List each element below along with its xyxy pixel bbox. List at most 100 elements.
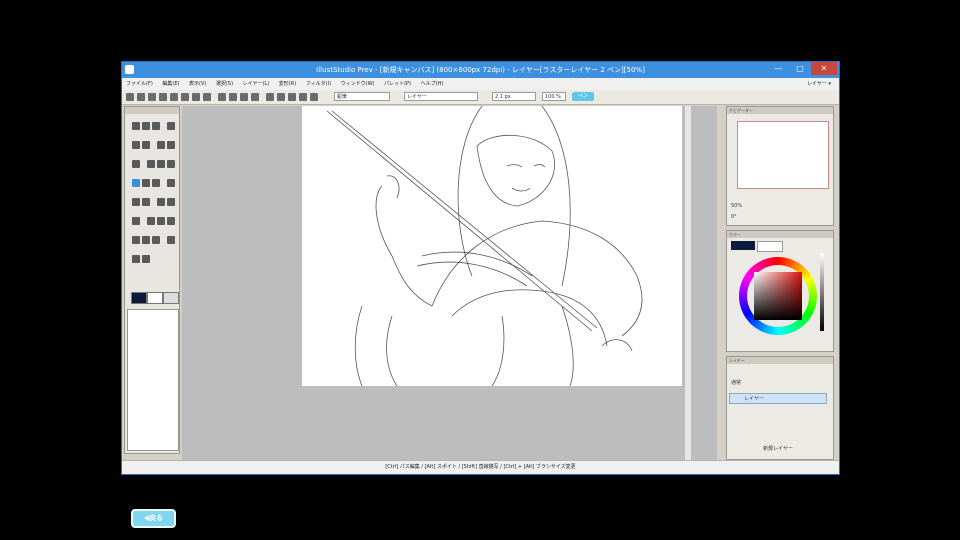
main-color-swatch[interactable] bbox=[131, 292, 147, 304]
maximize-button[interactable]: □ bbox=[789, 62, 811, 75]
workspace-dropdown[interactable]: レイヤー ▾ bbox=[803, 78, 835, 90]
color-title: カラー bbox=[727, 231, 833, 238]
transform-icon[interactable] bbox=[218, 93, 226, 101]
flip-icon[interactable] bbox=[266, 93, 274, 101]
wand-tool-icon[interactable] bbox=[142, 141, 150, 149]
marker-tool-icon[interactable] bbox=[152, 179, 160, 187]
zoom-out-icon[interactable] bbox=[240, 93, 248, 101]
lasso-tool-icon[interactable] bbox=[167, 122, 176, 130]
pen-mode-badge[interactable]: ペン bbox=[572, 92, 594, 101]
tool-options-bar: 鉛筆 レイヤー 2.1 px 100 % ペン bbox=[122, 90, 839, 105]
canvas-area[interactable] bbox=[182, 106, 717, 462]
new-file-icon[interactable] bbox=[126, 93, 134, 101]
brightness-slider[interactable] bbox=[820, 253, 824, 331]
rect-tool-icon[interactable] bbox=[147, 160, 156, 168]
menu-edit[interactable]: 編集(E) bbox=[158, 78, 183, 90]
tone-tool-icon[interactable] bbox=[167, 217, 176, 225]
dropper-tool-icon[interactable] bbox=[157, 217, 166, 225]
opacity-field[interactable]: 100 % bbox=[542, 92, 566, 101]
brush-icon[interactable] bbox=[299, 93, 307, 101]
close-button[interactable]: ✕ bbox=[811, 62, 837, 75]
select-tool-icon[interactable] bbox=[132, 141, 140, 149]
ruler-icon[interactable] bbox=[277, 93, 285, 101]
eraser-icon[interactable] bbox=[310, 93, 318, 101]
menu-help[interactable]: ヘルプ(H) bbox=[417, 78, 448, 90]
open-icon[interactable] bbox=[137, 93, 145, 101]
pencil-tool-icon[interactable] bbox=[132, 179, 140, 187]
status-bar: [Ctrl] パス編集 / [Alt] スポイト / [Shift] 直線描写 … bbox=[122, 460, 839, 474]
fill-tool-icon[interactable] bbox=[132, 217, 140, 225]
window-title: IllustStudio Prev - [新規キャンバス] (800×600px… bbox=[316, 66, 645, 74]
menu-view[interactable]: 表示(V) bbox=[185, 78, 210, 90]
menu-transform[interactable]: 変形(R) bbox=[275, 78, 300, 90]
tool-grid bbox=[131, 117, 177, 269]
text-tool-icon[interactable] bbox=[167, 160, 176, 168]
gradient-tool-icon[interactable] bbox=[147, 217, 156, 225]
tool-settings-panel bbox=[127, 309, 179, 451]
eraser-tool-icon[interactable] bbox=[157, 198, 166, 206]
paste-icon[interactable] bbox=[203, 93, 211, 101]
copy-icon[interactable] bbox=[192, 93, 200, 101]
drawing-canvas[interactable] bbox=[302, 106, 682, 386]
layer-row[interactable]: レイヤー bbox=[729, 393, 827, 404]
transparent-swatch[interactable] bbox=[163, 292, 179, 304]
cut-icon[interactable] bbox=[181, 93, 189, 101]
pen-icon[interactable] bbox=[288, 93, 296, 101]
watercolor-tool-icon[interactable] bbox=[142, 198, 150, 206]
save-icon[interactable] bbox=[148, 93, 156, 101]
navigator-zoom-value[interactable]: 50% bbox=[731, 203, 742, 209]
frame-tool-icon[interactable] bbox=[142, 236, 150, 244]
line-tool-icon[interactable] bbox=[157, 141, 166, 149]
menu-file[interactable]: ファイル(F) bbox=[122, 78, 157, 90]
redo-icon[interactable] bbox=[170, 93, 178, 101]
layer-title: レイヤー bbox=[727, 357, 833, 364]
right-palettes: ナビゲーター 50% 0° カラー レイヤー 通常 レイヤー 新規レイヤー bbox=[726, 106, 836, 460]
back-button[interactable]: ◀戻る bbox=[131, 509, 176, 528]
menu-palette[interactable]: パレット(P) bbox=[380, 78, 415, 90]
ruler-tool-icon[interactable] bbox=[152, 236, 160, 244]
brush-size-field[interactable]: 2.1 px bbox=[492, 92, 536, 101]
pen-tool-icon[interactable] bbox=[142, 179, 150, 187]
mode-field[interactable]: レイヤー bbox=[404, 92, 478, 101]
minimize-button[interactable]: — bbox=[767, 62, 789, 75]
navigator-rotate-value[interactable]: 0° bbox=[731, 214, 737, 220]
undo-icon[interactable] bbox=[159, 93, 167, 101]
hand-tool-icon[interactable] bbox=[152, 122, 160, 130]
canvas-vertical-scrollbar[interactable] bbox=[685, 106, 691, 462]
sub-color-swatch[interactable] bbox=[147, 292, 163, 304]
sketch-drawing bbox=[326, 106, 643, 386]
menu-bar: ファイル(F) 編集(E) 表示(V) 選択(S) レイヤー(L) 変形(R) … bbox=[122, 78, 839, 90]
menu-window[interactable]: ウィンドウ(W) bbox=[337, 78, 379, 90]
layer-panel: レイヤー 通常 レイヤー 新規レイヤー bbox=[726, 356, 834, 460]
menu-filter[interactable]: フィルタ(I) bbox=[302, 78, 335, 90]
menu-select[interactable]: 選択(S) bbox=[212, 78, 237, 90]
text-a-tool-icon[interactable] bbox=[167, 236, 176, 244]
brush-type-field[interactable]: 鉛筆 bbox=[334, 92, 390, 101]
balloon-tool-icon[interactable] bbox=[132, 236, 140, 244]
move-tool-icon[interactable] bbox=[142, 122, 150, 130]
comic-tool-icon[interactable] bbox=[142, 255, 150, 263]
navigator-thumbnail[interactable] bbox=[737, 121, 829, 189]
text-b-tool-icon[interactable] bbox=[132, 255, 140, 263]
navigator-panel: ナビゲーター 50% 0° bbox=[726, 106, 834, 226]
color-main-swatch[interactable] bbox=[731, 241, 755, 250]
new-layer-button[interactable]: 新規レイヤー bbox=[763, 445, 793, 452]
polyline-tool-icon[interactable] bbox=[132, 160, 140, 168]
ellipse-tool-icon[interactable] bbox=[157, 160, 166, 168]
curve-tool-icon[interactable] bbox=[167, 141, 176, 149]
zoom-in-icon[interactable] bbox=[229, 93, 237, 101]
title-bar: IllustStudio Prev - [新規キャンバス] (800×600px… bbox=[122, 62, 839, 78]
tool-palette bbox=[124, 106, 180, 454]
menu-layer[interactable]: レイヤー(L) bbox=[239, 78, 274, 90]
app-window: IllustStudio Prev - [新規キャンバス] (800×600px… bbox=[121, 61, 840, 475]
saturation-value-square[interactable] bbox=[754, 272, 802, 320]
rotate-icon[interactable] bbox=[251, 93, 259, 101]
blur-tool-icon[interactable] bbox=[167, 198, 176, 206]
color-sub-swatch[interactable] bbox=[757, 241, 783, 252]
navigator-title: ナビゲーター bbox=[727, 107, 833, 114]
zoom-tool-icon[interactable] bbox=[132, 122, 140, 130]
blend-mode-select[interactable]: 通常 bbox=[731, 379, 741, 386]
tool-palette-header bbox=[125, 107, 179, 114]
brush-tool-icon[interactable] bbox=[167, 179, 176, 187]
airbrush-tool-icon[interactable] bbox=[132, 198, 140, 206]
